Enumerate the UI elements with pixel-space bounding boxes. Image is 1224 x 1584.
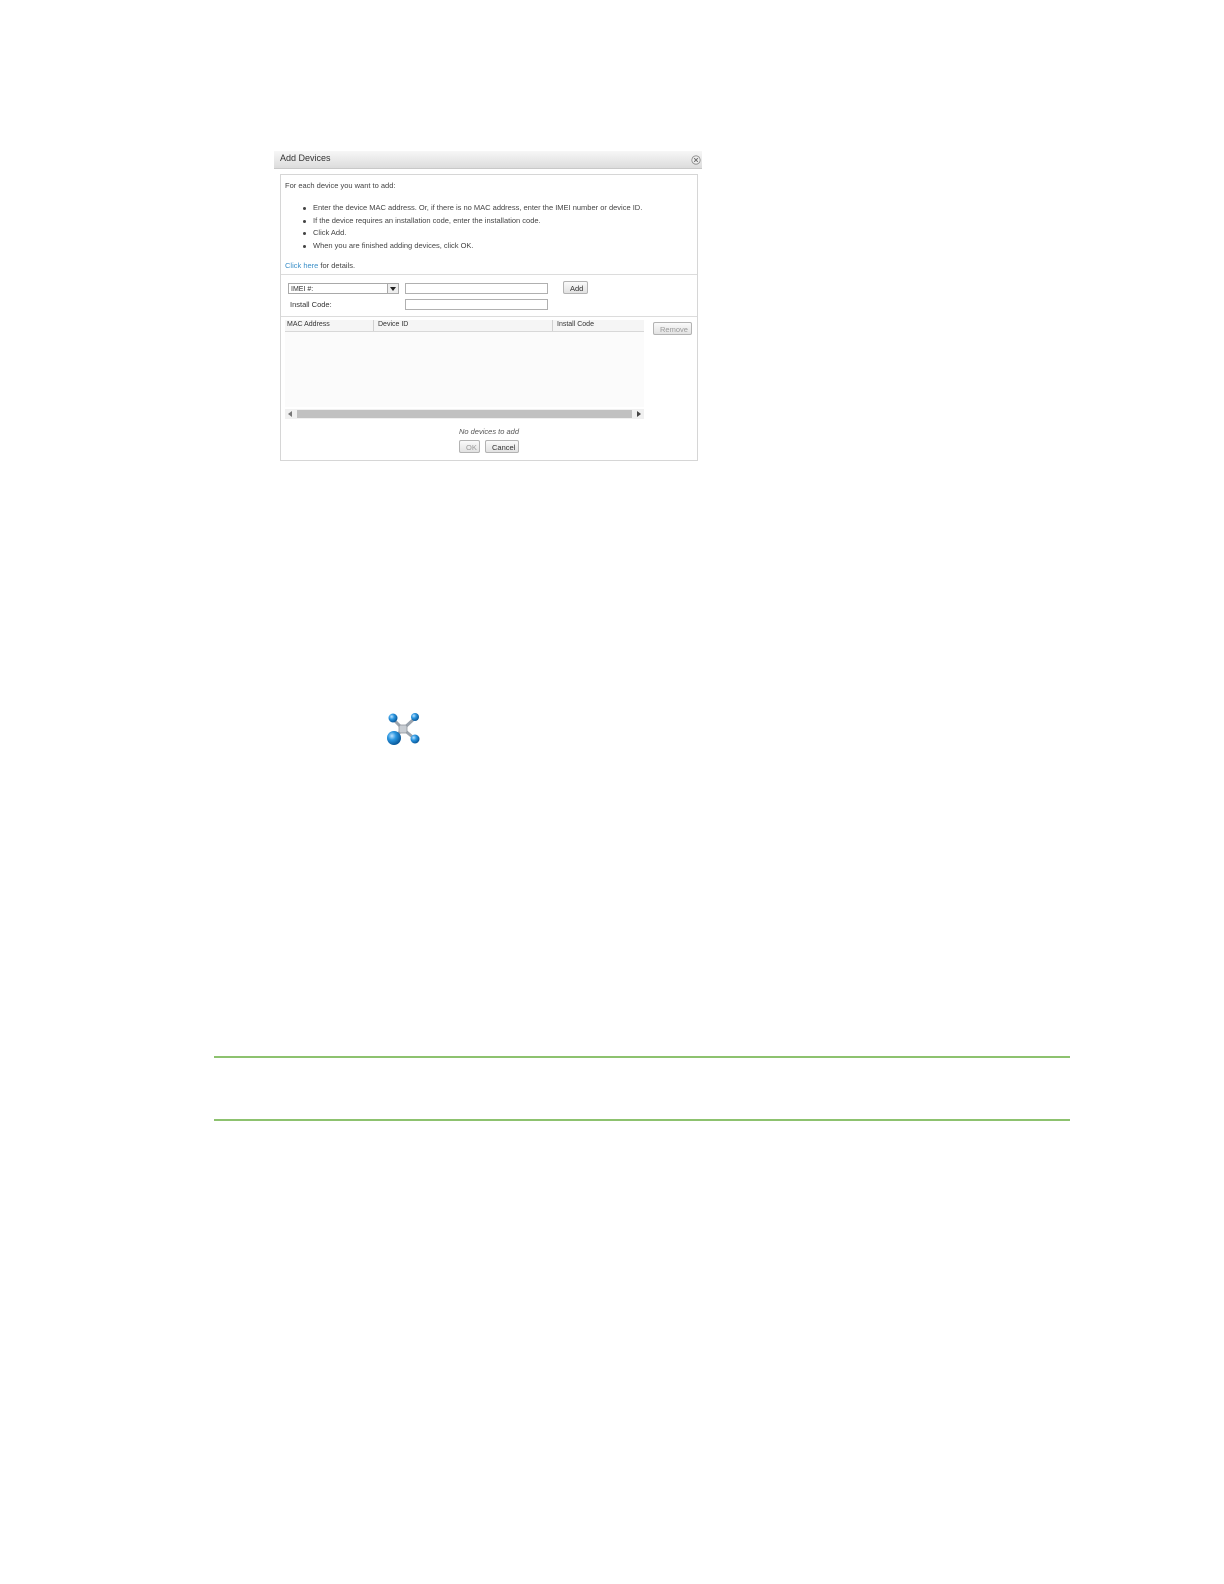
cancel-button[interactable]: Cancel <box>485 440 519 453</box>
section-rule-bottom <box>214 1119 1070 1121</box>
remove-button[interactable]: Remove <box>653 322 692 335</box>
horizontal-scrollbar[interactable] <box>285 409 644 419</box>
install-code-label: Install Code: <box>290 300 332 309</box>
instructions-intro: For each device you want to add: <box>285 181 396 190</box>
chevron-down-icon[interactable] <box>387 284 398 293</box>
ok-button[interactable]: OK <box>459 440 480 453</box>
device-id-input[interactable] <box>405 283 548 294</box>
divider <box>281 274 697 275</box>
scroll-left-icon[interactable] <box>288 411 292 417</box>
dialog-title: Add Devices <box>280 153 331 163</box>
instruction-step: If the device requires an installation c… <box>303 215 642 228</box>
divider <box>281 316 697 317</box>
column-divider <box>552 320 553 331</box>
id-type-value: IMEI #: <box>291 286 314 293</box>
devices-table-body <box>285 332 644 407</box>
column-header-device-id[interactable]: Device ID <box>378 321 408 328</box>
id-type-select[interactable]: IMEI #: <box>288 283 399 294</box>
add-button[interactable]: Add <box>563 281 588 294</box>
details-suffix: for details. <box>318 261 356 270</box>
instruction-step: Enter the device MAC address. Or, if the… <box>303 202 642 215</box>
add-devices-dialog: Add Devices For each device you want to … <box>274 151 702 462</box>
dialog-titlebar: Add Devices <box>274 151 702 169</box>
column-header-mac-address[interactable]: MAC Address <box>287 321 330 328</box>
section-rule-top <box>214 1056 1070 1058</box>
network-icon <box>384 711 422 747</box>
scrollbar-thumb[interactable] <box>297 410 632 418</box>
details-line: Click here for details. <box>285 261 355 270</box>
install-code-input[interactable] <box>405 299 548 310</box>
click-here-link[interactable]: Click here <box>285 261 318 270</box>
scroll-right-icon[interactable] <box>637 411 641 417</box>
devices-table-header: MAC Address Device ID Install Code <box>285 320 644 332</box>
dialog-body: For each device you want to add: Enter t… <box>280 174 698 461</box>
instructions-list: Enter the device MAC address. Or, if the… <box>303 202 642 252</box>
empty-message: No devices to add <box>458 427 520 436</box>
column-header-install-code[interactable]: Install Code <box>557 321 594 328</box>
column-divider <box>373 320 374 331</box>
instruction-step: When you are finished adding devices, cl… <box>303 240 642 253</box>
close-icon[interactable] <box>691 152 701 165</box>
instruction-step: Click Add. <box>303 227 642 240</box>
